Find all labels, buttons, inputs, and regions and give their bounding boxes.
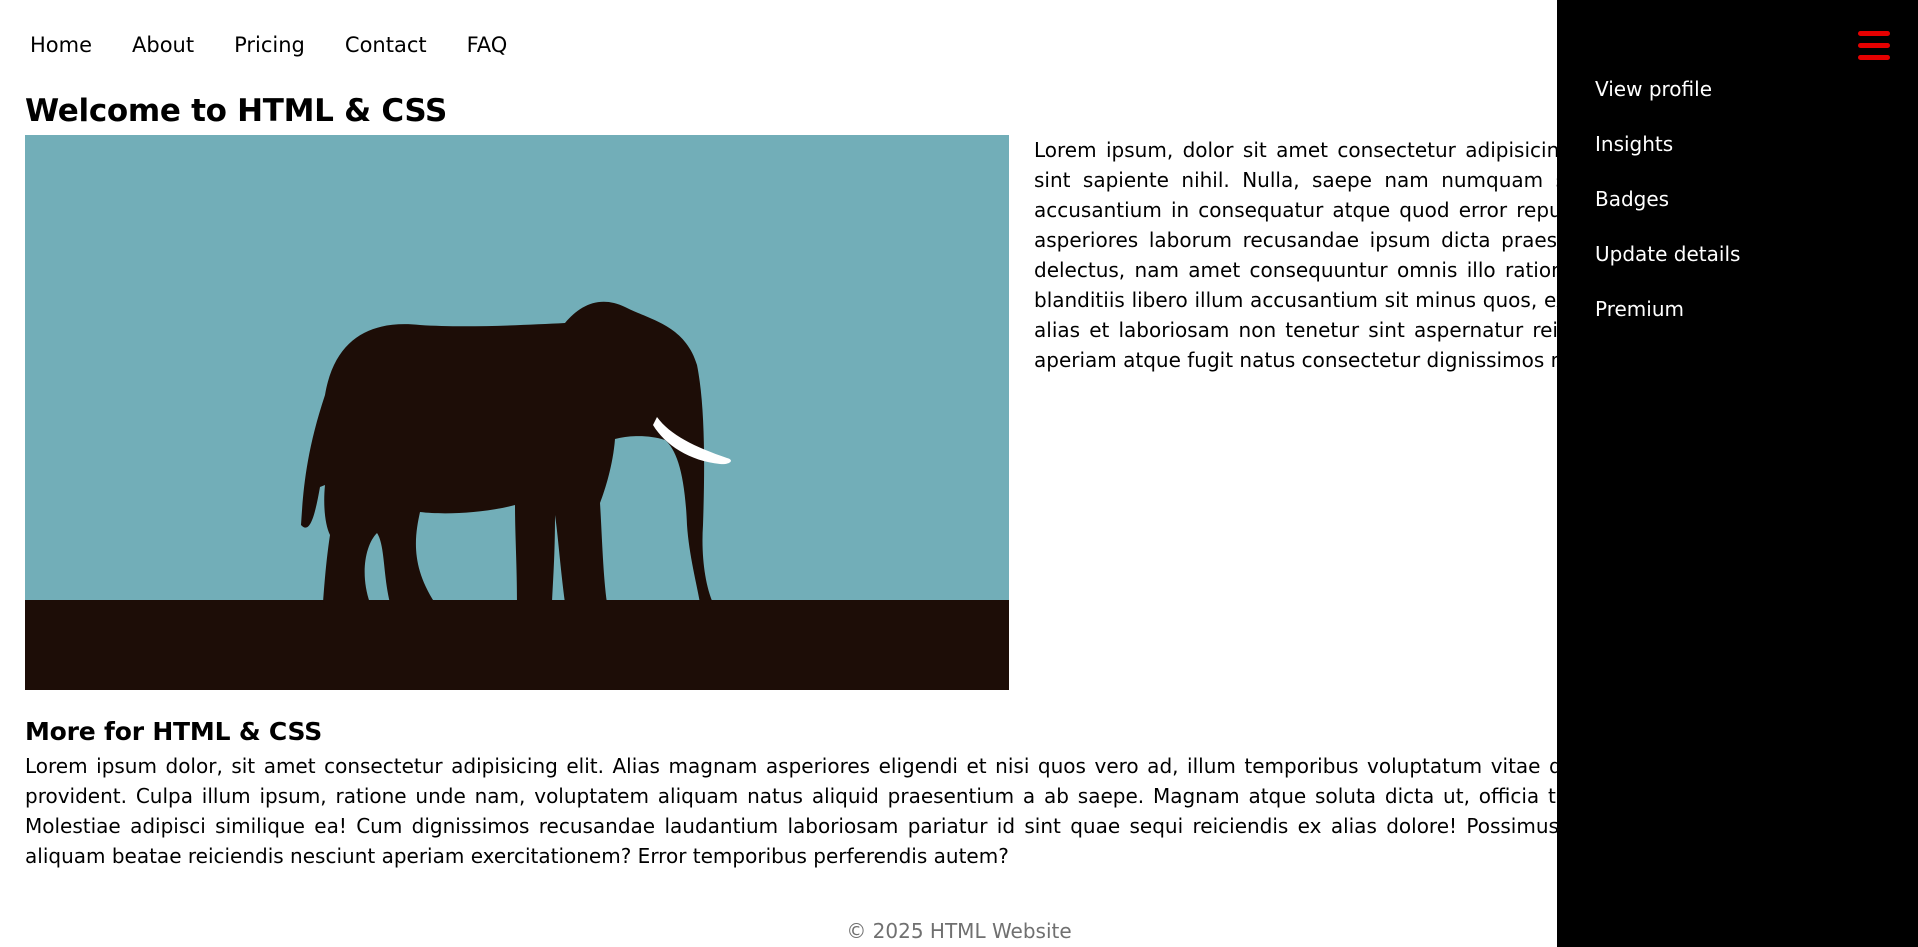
hamburger-icon[interactable]	[1856, 28, 1894, 64]
nav-faq-link[interactable]: FAQ	[467, 30, 508, 60]
page-title: Welcome to HTML & CSS	[25, 93, 448, 129]
nav-home-link[interactable]: Home	[30, 30, 92, 60]
ground	[25, 600, 1009, 690]
nav-pricing-link[interactable]: Pricing	[234, 30, 305, 60]
side-menu-panel: View profile Insights Badges Update deta…	[1557, 0, 1918, 947]
top-nav: Home About Pricing Contact FAQ	[30, 30, 507, 60]
section-title: More for HTML & CSS	[25, 717, 323, 746]
elephant-hero-image	[25, 135, 1009, 690]
side-menu-list: View profile Insights Badges Update deta…	[1595, 74, 1740, 349]
side-menu-item-view-profile[interactable]: View profile	[1595, 74, 1740, 129]
nav-about-link[interactable]: About	[132, 30, 194, 60]
side-menu-item-premium[interactable]: Premium	[1595, 294, 1740, 349]
hamburger-line	[1858, 31, 1890, 36]
side-menu-item-update-details[interactable]: Update details	[1595, 239, 1740, 294]
side-menu-item-badges[interactable]: Badges	[1595, 184, 1740, 239]
hamburger-line	[1858, 43, 1890, 48]
hamburger-line	[1858, 55, 1890, 60]
nav-contact-link[interactable]: Contact	[345, 30, 427, 60]
side-menu-item-insights[interactable]: Insights	[1595, 129, 1740, 184]
